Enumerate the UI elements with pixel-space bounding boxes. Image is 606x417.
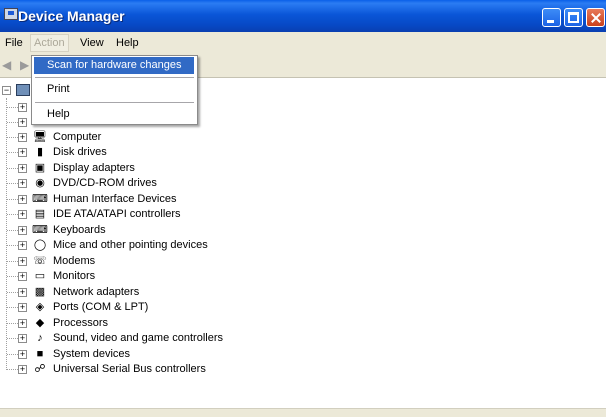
tree-connector	[7, 168, 18, 169]
expand-icon[interactable]: +	[18, 365, 27, 374]
expand-icon[interactable]: +	[18, 272, 27, 281]
tree-connector	[7, 307, 18, 308]
tree-item-label: Keyboards	[53, 224, 106, 236]
expand-icon[interactable]: +	[18, 241, 27, 250]
usb-icon: ☍	[34, 363, 46, 375]
tree-connector	[7, 323, 18, 324]
tree-item-label: IDE ATA/ATAPI controllers	[53, 208, 181, 220]
expand-icon[interactable]: +	[18, 226, 27, 235]
minimize-button[interactable]	[542, 8, 561, 27]
modem-icon: ☏	[33, 255, 47, 267]
tree-item-label: Modems	[53, 255, 96, 267]
expand-icon[interactable]: +	[18, 334, 27, 343]
expand-icon[interactable]: +	[18, 350, 27, 359]
tree-connector	[7, 183, 18, 184]
tree-item-label: Processors	[53, 317, 109, 329]
mouse-icon: ◯	[33, 239, 47, 251]
expand-icon[interactable]: +	[18, 303, 27, 312]
close-button[interactable]	[586, 8, 605, 27]
tree-item-label: DVD/CD-ROM drives	[53, 177, 157, 189]
display-adapter-icon: ▣	[34, 162, 46, 174]
device-manager-icon	[4, 8, 18, 20]
menu-separator	[35, 77, 194, 78]
tree-item-label: Mice and other pointing devices	[53, 239, 208, 251]
tree-connector	[7, 199, 18, 200]
tree-connector	[7, 230, 18, 231]
menu-item-scan-hardware[interactable]: Scan for hardware changes	[34, 57, 194, 74]
ide-controller-icon: ▤	[34, 208, 46, 220]
tree-connector	[7, 261, 18, 262]
title-bar[interactable]: Device Manager	[0, 0, 606, 32]
tree-item-label: Ports (COM & LPT)	[53, 301, 149, 313]
menu-action[interactable]: Action	[30, 34, 69, 52]
hid-icon: ⌨	[32, 193, 48, 205]
expand-icon[interactable]: +	[18, 103, 27, 112]
menu-help[interactable]: Help	[113, 35, 142, 51]
expand-icon[interactable]: +	[18, 319, 27, 328]
keyboard-icon: ⌨	[32, 224, 48, 236]
tree-item-label: Monitors	[53, 270, 96, 282]
computer-icon	[16, 84, 30, 96]
action-menu-dropdown: Scan for hardware changes Print Help	[31, 55, 198, 125]
tree-connector	[7, 354, 18, 355]
menu-view[interactable]: View	[77, 35, 107, 51]
expand-icon[interactable]: +	[18, 164, 27, 173]
menu-bar: File Action View Help	[0, 32, 606, 54]
expand-icon[interactable]: +	[18, 118, 27, 127]
tree-item-label: Display adapters	[53, 162, 135, 174]
menu-item-print[interactable]: Print	[34, 81, 194, 98]
tree-connector	[7, 276, 18, 277]
tree-connector	[7, 245, 18, 246]
collapse-icon[interactable]: −	[2, 86, 11, 95]
expand-icon[interactable]: +	[18, 210, 27, 219]
tree-connector-line	[6, 98, 8, 370]
device-tree: − + + + 🖥 Computer + ▮ Disk drives + ▣ D…	[0, 78, 606, 408]
menu-file[interactable]: File	[2, 35, 26, 51]
processor-icon: ◆	[35, 317, 45, 329]
tree-item-label: Sound, video and game controllers	[53, 332, 223, 344]
tree-item-label: Disk drives	[53, 146, 107, 158]
tree-connector	[7, 369, 18, 370]
port-icon: ◈	[35, 301, 45, 313]
menu-item-help[interactable]: Help	[34, 106, 194, 123]
system-device-icon: ■	[36, 348, 44, 360]
expand-icon[interactable]: +	[18, 133, 27, 142]
tree-connector	[7, 152, 18, 153]
expand-icon[interactable]: +	[18, 148, 27, 157]
sound-icon: ♪	[37, 332, 43, 344]
tree-connector	[7, 292, 18, 293]
tree-connector	[7, 214, 18, 215]
monitor-icon: ▭	[34, 270, 46, 282]
expand-icon[interactable]: +	[18, 195, 27, 204]
tree-item-label: Network adapters	[53, 286, 140, 298]
tree-connector	[7, 338, 18, 339]
computer-icon: 🖥	[33, 131, 47, 143]
expand-icon[interactable]: +	[18, 288, 27, 297]
tree-item-label: Human Interface Devices	[53, 193, 177, 205]
tree-connector	[7, 107, 18, 108]
expand-icon[interactable]: +	[18, 179, 27, 188]
maximize-button[interactable]	[564, 8, 583, 27]
tree-item-label: Computer	[53, 131, 102, 143]
back-arrow-icon[interactable]: ◀	[2, 59, 14, 71]
menu-separator	[35, 102, 194, 103]
window-title: Device Manager	[18, 8, 125, 24]
disk-drive-icon: ▮	[36, 146, 44, 158]
tree-item-label: System devices	[53, 348, 131, 360]
tree-item-label: Universal Serial Bus controllers	[53, 363, 206, 375]
expand-icon[interactable]: +	[18, 257, 27, 266]
network-adapter-icon: ▩	[34, 286, 46, 298]
dvd-drive-icon: ◉	[35, 177, 45, 189]
tree-connector	[7, 122, 18, 123]
tree-connector	[7, 137, 18, 138]
